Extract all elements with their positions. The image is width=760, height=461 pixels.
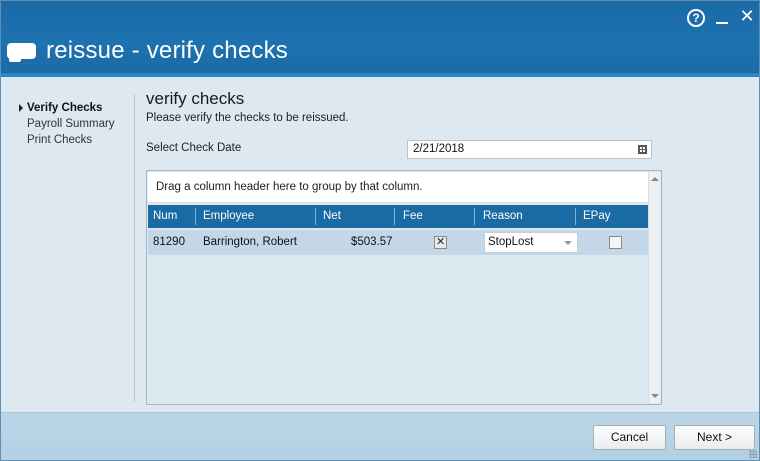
- nav-item-payroll-summary[interactable]: Payroll Summary: [19, 116, 131, 132]
- chevron-down-icon: [564, 241, 572, 245]
- fee-checkbox[interactable]: [434, 235, 447, 249]
- cell-num: 81290: [153, 236, 185, 248]
- column-separator: [474, 208, 475, 225]
- column-header-fee[interactable]: Fee: [398, 205, 473, 228]
- title-bar-accent: [1, 73, 759, 77]
- resize-grip-icon[interactable]: [749, 450, 757, 458]
- next-button[interactable]: Next >: [674, 425, 755, 450]
- title-bar: ? ✕ reissue - verify checks: [1, 1, 759, 77]
- column-separator: [575, 208, 576, 225]
- triangle-right-icon: [19, 104, 23, 112]
- epay-checkbox[interactable]: [609, 236, 622, 249]
- column-separator: [195, 208, 196, 225]
- window-title: reissue - verify checks: [46, 37, 288, 64]
- nav-item-label: Verify Checks: [27, 102, 103, 114]
- column-separator: [315, 208, 316, 225]
- nav-item-verify-checks[interactable]: Verify Checks: [19, 100, 131, 116]
- check-date-input[interactable]: 2/21/2018: [407, 140, 652, 159]
- column-separator: [394, 208, 395, 225]
- check-date-value: 2/21/2018: [413, 143, 465, 155]
- nav-item-label: Print Checks: [27, 134, 93, 146]
- column-header-employee[interactable]: Employee: [198, 205, 314, 228]
- column-header-epay[interactable]: EPay: [578, 205, 648, 228]
- scroll-down-icon[interactable]: [651, 394, 659, 398]
- section-description: Please verify the checks to be reissued.: [146, 112, 349, 124]
- section-title: verify checks: [146, 89, 245, 108]
- nav-item-label: Payroll Summary: [27, 118, 115, 130]
- column-header-num[interactable]: Num: [148, 205, 195, 228]
- cell-employee: Barrington, Robert: [203, 236, 297, 248]
- help-icon[interactable]: ?: [687, 9, 705, 27]
- table-row[interactable]: 81290 Barrington, Robert $503.57 StopLos…: [148, 230, 648, 255]
- reason-dropdown[interactable]: StopLost: [484, 232, 578, 253]
- wizard-steps-nav: Verify Checks Payroll Summary Print Chec…: [19, 100, 131, 148]
- reason-value: StopLost: [488, 236, 534, 248]
- column-header-reason[interactable]: Reason: [478, 205, 573, 228]
- scroll-up-icon[interactable]: [651, 177, 659, 181]
- nav-divider: [134, 94, 135, 402]
- check-date-label: Select Check Date: [146, 142, 242, 154]
- cancel-button[interactable]: Cancel: [593, 425, 666, 450]
- cell-net: $503.57: [351, 236, 393, 248]
- grid-vertical-scrollbar[interactable]: [648, 172, 660, 403]
- close-icon[interactable]: ✕: [737, 7, 757, 27]
- group-by-panel[interactable]: Drag a column header here to group by th…: [148, 172, 648, 203]
- dialog-window: ? ✕ reissue - verify checks Verify Check…: [0, 0, 760, 461]
- footer-bar: Cancel Next >: [1, 412, 759, 460]
- checks-grid: Drag a column header here to group by th…: [146, 170, 662, 405]
- calendar-icon[interactable]: [638, 145, 647, 154]
- minimize-icon[interactable]: [712, 7, 732, 27]
- grid-header-row: Num Employee Net Fee Reason EPay: [148, 205, 648, 228]
- app-logo-icon: [7, 43, 36, 62]
- column-header-net[interactable]: Net: [318, 205, 393, 228]
- nav-item-print-checks[interactable]: Print Checks: [19, 132, 131, 148]
